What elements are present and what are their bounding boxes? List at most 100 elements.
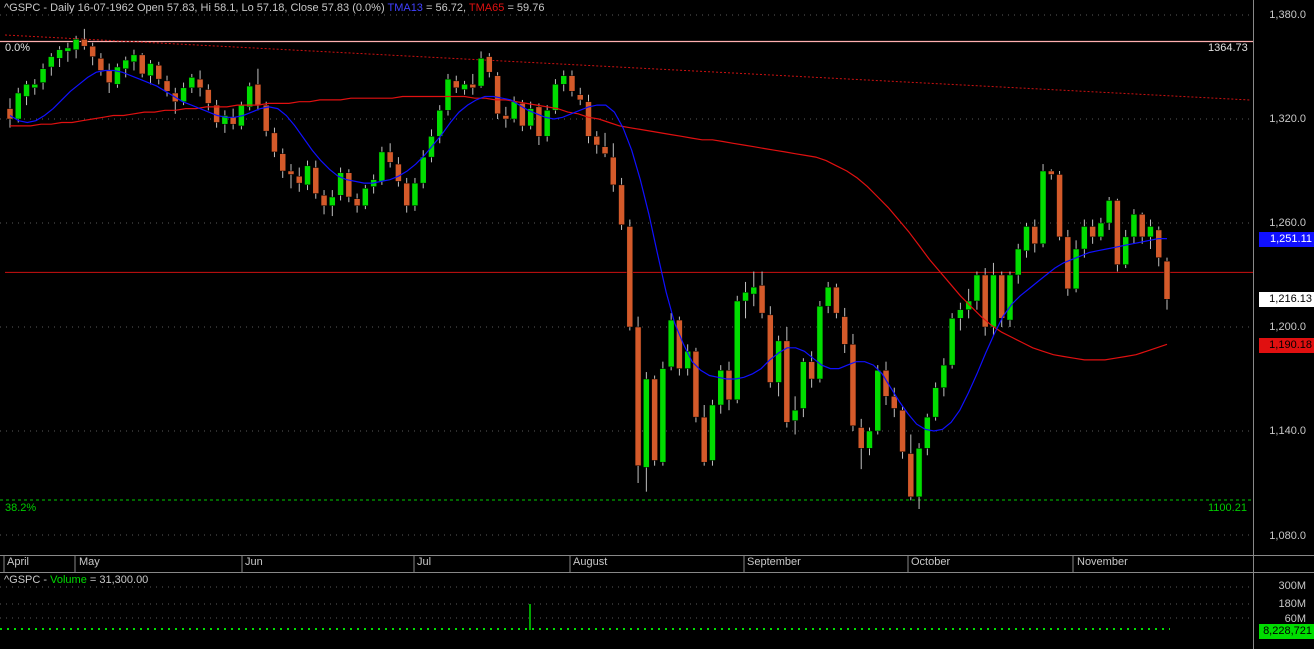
candle: [1147, 219, 1154, 249]
candle-body: [973, 274, 981, 302]
candle: [469, 73, 477, 95]
y-tick-1320: 1,320.0: [1269, 113, 1306, 125]
candle-body: [477, 58, 485, 87]
candle-body: [296, 175, 303, 184]
candle: [857, 418, 865, 470]
candle-body: [362, 188, 369, 206]
candle: [618, 177, 625, 230]
candle-body: [725, 370, 733, 401]
candle-body: [64, 47, 72, 52]
candle-body: [312, 167, 320, 194]
candle: [981, 268, 989, 336]
candle: [874, 365, 881, 435]
candle-body: [891, 396, 898, 409]
candle-body: [1056, 174, 1063, 238]
candle: [48, 53, 55, 76]
candle-body: [130, 54, 138, 63]
candle: [188, 73, 196, 93]
candle: [337, 167, 344, 201]
volume-panel: [0, 586, 1253, 630]
month-october: October: [911, 556, 951, 568]
candle-body: [593, 136, 601, 146]
candle: [329, 190, 336, 217]
candle-body: [1130, 214, 1138, 238]
candle-body: [676, 319, 683, 369]
candle-body: [808, 361, 815, 380]
candle: [411, 177, 419, 211]
month-august: August: [573, 556, 608, 568]
candle-body: [180, 87, 187, 102]
candle: [312, 160, 320, 199]
volume-tag: 8,228,721: [1259, 624, 1314, 639]
candle-body: [659, 368, 667, 463]
candle: [1122, 229, 1129, 269]
candle: [775, 335, 782, 397]
candle-body: [444, 78, 452, 111]
candle-body: [849, 344, 857, 427]
tma65-value: = 59.76: [504, 2, 545, 14]
candle: [676, 316, 683, 376]
candle-body: [775, 340, 782, 383]
candle-body: [915, 448, 923, 498]
candle: [130, 49, 138, 71]
vol-tick-300m: 300M: [1278, 580, 1306, 592]
axis-frames: [0, 0, 1314, 649]
candle: [279, 148, 286, 178]
y-tick-1260: 1,260.0: [1269, 217, 1306, 229]
candle-body: [824, 286, 832, 307]
candle: [626, 219, 634, 331]
candle: [783, 327, 791, 428]
candle: [800, 358, 807, 418]
candle: [948, 313, 956, 369]
candle: [957, 302, 964, 331]
candle: [196, 70, 204, 97]
candle-body: [287, 170, 295, 175]
candle-body: [329, 196, 336, 206]
candle-body: [188, 77, 196, 89]
candle: [378, 146, 386, 185]
candle: [924, 413, 931, 456]
candle-body: [246, 85, 253, 108]
candle-body: [618, 184, 625, 225]
chart-header: ^GSPC - Daily 16-07-1962 Open 57.83, Hi …: [4, 2, 544, 14]
candle: [915, 443, 923, 509]
candle-body: [552, 84, 559, 111]
candle-body: [1114, 200, 1121, 265]
candle-body: [1122, 236, 1129, 265]
volume-prefix: ^GSPC -: [4, 574, 51, 586]
candle-body: [320, 195, 328, 206]
candle: [651, 375, 658, 466]
candle: [535, 103, 543, 145]
candle-body: [899, 409, 906, 453]
candle: [147, 60, 154, 85]
candle: [791, 396, 799, 435]
candle-body: [841, 316, 848, 345]
candle: [709, 399, 716, 466]
y-tick-1140: 1,140.0: [1269, 425, 1306, 437]
candle: [461, 80, 468, 95]
symbol-info: ^GSPC - Daily 16-07-1962 Open 57.83, Hi …: [4, 2, 385, 14]
candle: [287, 164, 295, 189]
candle-body: [734, 300, 741, 401]
candle: [138, 53, 146, 78]
candle-body: [742, 292, 749, 302]
candle-body: [1147, 226, 1154, 238]
candle: [1031, 219, 1039, 253]
candle: [403, 177, 410, 213]
candle: [395, 157, 402, 187]
candle: [105, 63, 113, 93]
candle-body: [874, 370, 881, 432]
candle-body: [692, 351, 700, 418]
candle: [601, 132, 609, 158]
candle: [1155, 226, 1162, 267]
candle: [758, 271, 766, 319]
candle-body: [353, 198, 361, 206]
candle: [1023, 223, 1030, 258]
candle: [246, 82, 253, 111]
candle-body: [469, 84, 477, 89]
candle-body: [948, 318, 956, 366]
vol-tick-60m: 60M: [1284, 613, 1306, 623]
candle-body: [717, 370, 724, 406]
tma13-value: = 56.72,: [422, 2, 467, 14]
candle-body: [147, 63, 154, 76]
